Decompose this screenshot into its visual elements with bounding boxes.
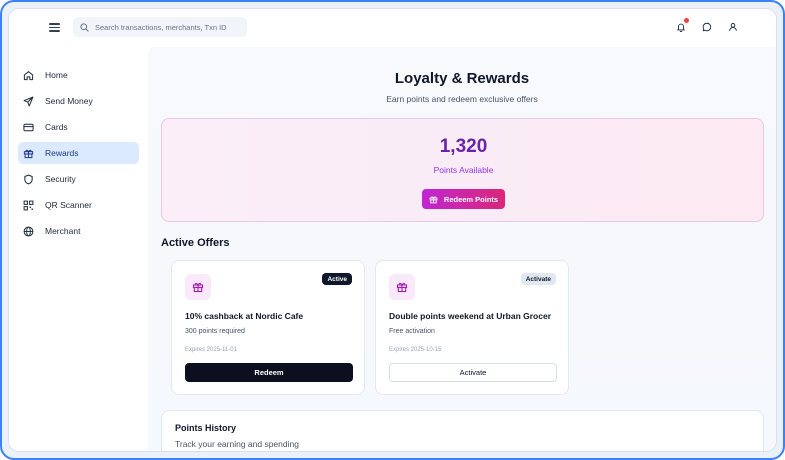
page-subtitle: Earn points and redeem exclusive offers xyxy=(386,94,538,104)
gift-icon xyxy=(185,274,211,300)
sidebar-item-label: Merchant xyxy=(45,226,81,236)
sidebar-item-merchant[interactable]: Merchant xyxy=(18,220,139,242)
sidebar-item-label: Home xyxy=(45,70,68,80)
offer-card: Activate Double points weekend at Urban … xyxy=(375,260,569,395)
redeem-button[interactable]: Redeem xyxy=(185,363,353,382)
home-icon xyxy=(23,70,45,81)
activate-button[interactable]: Activate xyxy=(389,363,557,382)
messages-button[interactable] xyxy=(699,19,715,35)
offer-expiry: Expires 2025-11-01 xyxy=(185,347,237,353)
points-summary-card: 1,320 Points Available Redeem Points xyxy=(161,118,764,222)
card-icon xyxy=(23,122,45,133)
offer-requirement: 300 points required xyxy=(185,328,245,335)
bell-icon xyxy=(676,22,686,32)
points-value: 1,320 xyxy=(439,136,488,157)
redeem-points-label: Redeem Points xyxy=(443,194,499,204)
points-label: Points Available xyxy=(433,165,494,175)
notification-dot xyxy=(684,18,689,23)
sidebar-item-label: Security xyxy=(45,174,76,184)
gift-icon xyxy=(23,148,45,159)
points-history-subtitle: Track your earning and spending xyxy=(175,439,299,449)
sidebar-item-cards[interactable]: Cards xyxy=(18,116,139,138)
offer-expiry: Expires 2025-10-15 xyxy=(389,347,442,353)
status-badge: Activate xyxy=(520,273,556,285)
sidebar-item-rewards[interactable]: Rewards xyxy=(18,142,139,164)
points-history-card: Points History Track your earning and sp… xyxy=(161,410,764,451)
offer-card: Active 10% cashback at Nordic Cafe 300 p… xyxy=(171,260,365,395)
sidebar-item-home[interactable]: Home xyxy=(18,64,139,86)
send-icon xyxy=(23,96,45,107)
profile-button[interactable] xyxy=(725,19,741,35)
page-title: Loyalty & Rewards xyxy=(394,70,530,87)
app-window: Home Send Money Cards Rewards Security xyxy=(9,9,776,451)
offer-requirement: Free activation xyxy=(389,328,435,335)
shield-icon xyxy=(23,174,45,185)
sidebar-item-label: QR Scanner xyxy=(45,200,92,210)
main-content: Loyalty & Rewards Earn points and redeem… xyxy=(148,47,776,451)
redeem-points-button[interactable]: Redeem Points xyxy=(422,189,505,209)
globe-icon xyxy=(23,226,45,237)
search-bar[interactable] xyxy=(73,17,247,37)
sidebar-item-send-money[interactable]: Send Money xyxy=(18,90,139,112)
points-history-title: Points History xyxy=(175,423,237,433)
sidebar-item-qr-scanner[interactable]: QR Scanner xyxy=(18,194,139,216)
gift-icon xyxy=(389,274,415,300)
notifications-button[interactable] xyxy=(673,18,689,35)
gift-icon xyxy=(429,195,438,204)
status-badge: Active xyxy=(322,273,352,285)
chat-icon xyxy=(702,22,712,32)
offer-title: 10% cashback at Nordic Cafe xyxy=(185,311,304,321)
sidebar-item-label: Send Money xyxy=(45,96,93,106)
sidebar: Home Send Money Cards Rewards Security Q… xyxy=(9,47,148,451)
offer-title: Double points weekend at Urban Grocer xyxy=(389,311,552,321)
menu-icon[interactable] xyxy=(47,19,63,35)
active-offers-heading: Active Offers xyxy=(161,237,230,249)
user-icon xyxy=(728,22,738,32)
search-icon xyxy=(73,22,95,32)
sidebar-item-label: Rewards xyxy=(45,148,79,158)
top-bar xyxy=(9,9,776,47)
sidebar-item-security[interactable]: Security xyxy=(18,168,139,190)
qr-icon xyxy=(23,200,45,211)
sidebar-item-label: Cards xyxy=(45,122,68,132)
search-input[interactable] xyxy=(95,22,245,32)
